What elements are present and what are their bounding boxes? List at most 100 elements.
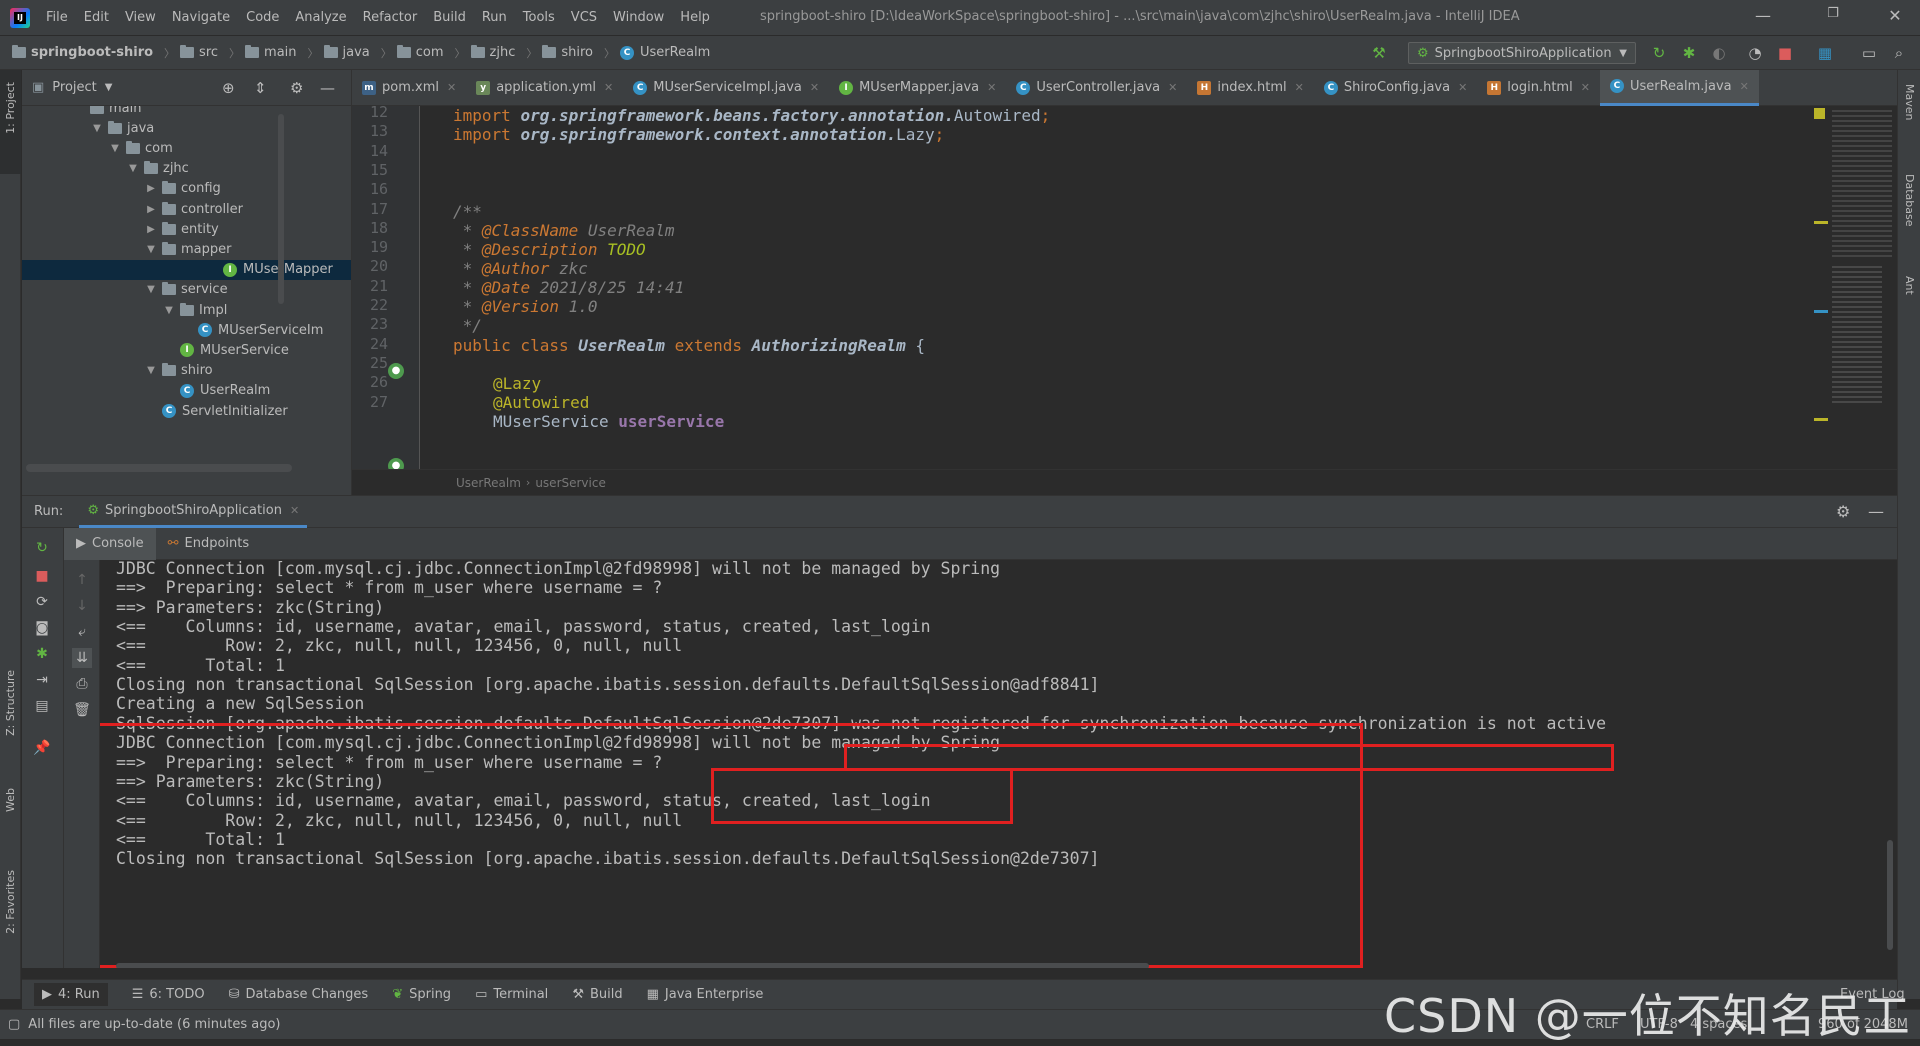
menu-item-navigate[interactable]: Navigate	[164, 10, 238, 25]
code-editor[interactable]: import org.springframework.beans.factory…	[420, 106, 1820, 469]
chevron-down-icon[interactable]: ▼	[105, 82, 113, 93]
chevron-down-icon[interactable]: ▼	[90, 123, 104, 134]
build-hammer-icon[interactable]: ⚒	[1370, 44, 1388, 62]
chevron-right-icon[interactable]: ▶	[144, 183, 158, 194]
menu-item-window[interactable]: Window	[605, 10, 672, 25]
favorites-tool-tab[interactable]: 2: Favorites	[4, 870, 17, 934]
editor-tab[interactable]: C UserController.java ✕	[1006, 70, 1187, 106]
status-panel-icon[interactable]: ▢	[8, 1017, 20, 1032]
search-icon[interactable]: ⌕	[1890, 44, 1908, 62]
pin-icon[interactable]: 📌	[32, 738, 52, 758]
tree-horizontal-scrollbar[interactable]	[26, 464, 292, 472]
maven-tool-tab[interactable]: Maven	[1903, 84, 1916, 120]
chevron-down-icon[interactable]: ▼	[126, 163, 140, 174]
editor-tab[interactable]: C UserRealm.java ✕	[1599, 69, 1759, 106]
close-icon[interactable]: ✕	[604, 81, 613, 94]
close-icon[interactable]: ✕	[810, 81, 819, 94]
tree-item[interactable]: ▼ java	[90, 118, 351, 138]
window-layout-icon[interactable]: ▭	[1860, 44, 1878, 62]
profiler-icon[interactable]: ◔	[1746, 44, 1764, 62]
editor-tab[interactable]: I MUserMapper.java ✕	[829, 70, 1006, 106]
database-tool-tab[interactable]: Database	[1903, 174, 1916, 227]
menu-item-code[interactable]: Code	[238, 10, 287, 25]
run-config-tab[interactable]: ⚙ SpringbootShiroApplication ✕	[79, 495, 308, 528]
maximize-icon[interactable]: ❐	[1810, 6, 1856, 21]
tree-item[interactable]: I MUserService	[162, 340, 351, 360]
tree-scrollbar[interactable]	[278, 114, 284, 304]
menu-item-analyze[interactable]: Analyze	[287, 10, 354, 25]
terminal-tool-tab[interactable]: ▭ Terminal	[475, 987, 548, 1002]
editor-tab[interactable]: Hlogin.html ✕	[1477, 70, 1600, 106]
breadcrumb-item[interactable]: C UserRealm	[620, 45, 710, 60]
close-icon[interactable]: ✕	[1458, 81, 1467, 94]
restart-icon[interactable]: ⟳	[32, 592, 52, 612]
editor-tab[interactable]: Hindex.html ✕	[1187, 70, 1314, 106]
down-arrow-icon[interactable]: ↓	[72, 596, 92, 616]
menu-item-vcs[interactable]: VCS	[563, 10, 605, 25]
chevron-down-icon[interactable]: ▼	[144, 365, 158, 376]
breadcrumb-item[interactable]: com	[396, 45, 444, 60]
breadcrumb-item[interactable]: shiro	[542, 45, 593, 60]
tree-item[interactable]: I MUserMapper	[22, 259, 351, 280]
close-icon[interactable]: ✕	[447, 81, 456, 94]
hide-panel-icon[interactable]: —	[320, 79, 335, 97]
breadcrumb-item[interactable]: zjhc	[470, 45, 515, 60]
tree-item[interactable]: ▼ Impl	[162, 300, 351, 320]
chevron-down-icon[interactable]: ▼	[144, 244, 158, 255]
close-icon[interactable]: ✕	[1872, 6, 1918, 25]
tree-item[interactable]: ▶ config	[144, 179, 351, 199]
structure-tool-tab[interactable]: Z: Structure	[4, 670, 17, 736]
menu-item-view[interactable]: View	[117, 10, 164, 25]
todo-tool-tab[interactable]: ☰ 6: TODO	[132, 987, 205, 1002]
console-tab[interactable]: ▶ Console	[64, 527, 156, 560]
spring-tool-tab[interactable]: ❦ Spring	[392, 987, 451, 1002]
tree-item[interactable]: C MUserServiceIm	[180, 320, 351, 340]
breadcrumb-item[interactable]: src	[180, 45, 218, 60]
run-tool-tab[interactable]: ▶ 4: Run	[34, 983, 108, 1006]
tree-item[interactable]: C ServletInitializer	[144, 401, 351, 421]
debug-icon[interactable]: ✱	[1680, 44, 1698, 62]
tree-item[interactable]: ▶ controller	[144, 199, 351, 219]
editor-tab[interactable]: y application.yml ✕	[466, 70, 623, 106]
menu-item-run[interactable]: Run	[474, 10, 515, 25]
collapse-all-icon[interactable]: ⇕	[254, 79, 267, 97]
tree-item[interactable]: ▶ entity	[144, 219, 351, 239]
ant-tool-tab[interactable]: Ant	[1903, 276, 1916, 295]
close-icon[interactable]: ✕	[1168, 81, 1177, 94]
chevron-right-icon[interactable]: ▶	[144, 204, 158, 215]
layout-icon[interactable]: ▤	[32, 696, 52, 716]
print-icon[interactable]: ⎙	[72, 674, 92, 694]
tree-item[interactable]: main	[72, 106, 351, 118]
menu-item-build[interactable]: Build	[425, 10, 474, 25]
console-horizontal-scrollbar[interactable]	[116, 963, 1149, 968]
editor-tab[interactable]: C MUserServiceImpl.java ✕	[623, 70, 829, 106]
breadcrumb-item[interactable]: java	[323, 45, 370, 60]
endpoints-tab[interactable]: ⚯ Endpoints	[156, 536, 262, 551]
debug-icon[interactable]: ✱	[32, 644, 52, 664]
hide-panel-icon[interactable]: —	[1868, 502, 1884, 521]
project-panel-title[interactable]: Project	[52, 80, 96, 95]
inspection-status-icon[interactable]	[1814, 108, 1825, 119]
implemented-method-icon[interactable]: ●	[388, 363, 404, 379]
minimize-icon[interactable]: —	[1740, 6, 1786, 25]
editor-tab[interactable]: C ShiroConfig.java ✕	[1314, 70, 1477, 106]
close-icon[interactable]: ✕	[1581, 81, 1590, 94]
gear-icon[interactable]: ⚙	[1836, 502, 1850, 521]
close-icon[interactable]: ✕	[1740, 80, 1749, 93]
tree-item[interactable]: ▼ mapper	[144, 239, 351, 259]
breadcrumb-class[interactable]: UserRealm	[456, 476, 521, 490]
error-stripe[interactable]	[1812, 106, 1897, 469]
menu-item-edit[interactable]: Edit	[76, 10, 117, 25]
console-vertical-scrollbar[interactable]	[1887, 840, 1893, 950]
java-enterprise-tool-tab[interactable]: ▦ Java Enterprise	[647, 987, 764, 1002]
rerun-icon[interactable]: ↻	[1650, 44, 1668, 62]
menu-item-tools[interactable]: Tools	[515, 10, 563, 25]
scroll-to-end-icon[interactable]: ⇊	[72, 648, 92, 668]
up-arrow-icon[interactable]: ↑	[72, 570, 92, 590]
soft-wrap-icon[interactable]: ⤶	[72, 622, 92, 642]
exit-icon[interactable]: ⇥	[32, 670, 52, 690]
chevron-down-icon[interactable]: ▼	[108, 143, 122, 154]
menu-item-file[interactable]: File	[38, 10, 76, 25]
run-configuration-select[interactable]: ⚙ SpringbootShiroApplication ▼	[1408, 42, 1636, 64]
tree-item[interactable]: ▼ com	[108, 138, 351, 158]
